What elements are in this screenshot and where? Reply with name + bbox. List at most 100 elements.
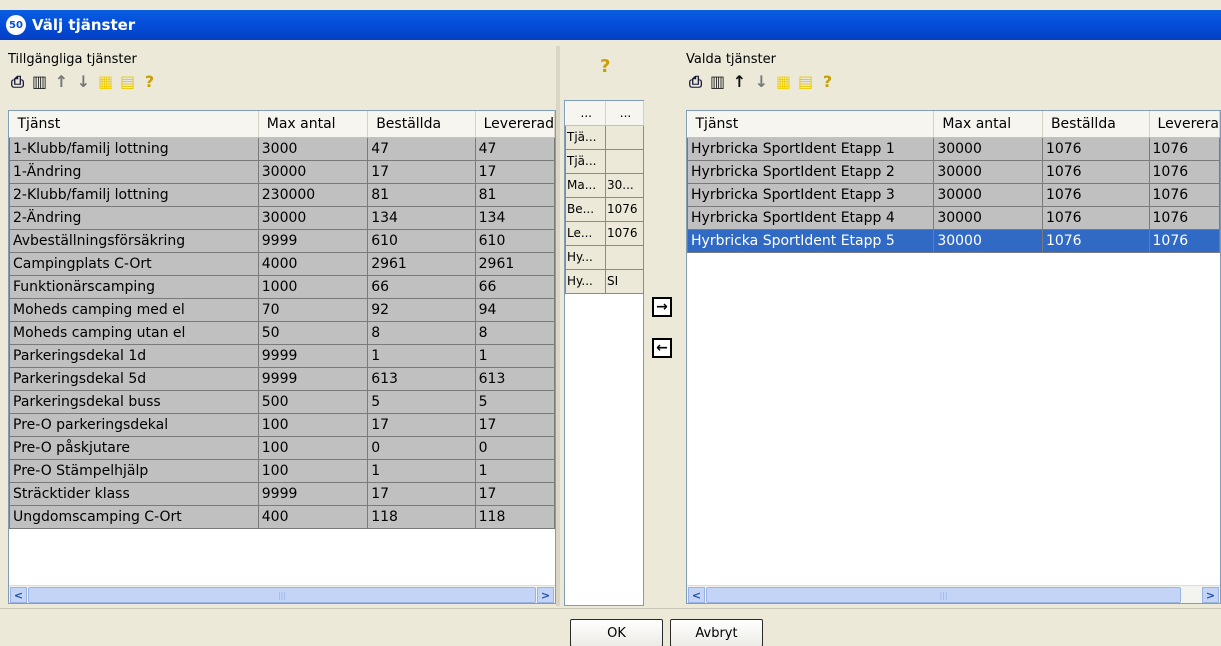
column-header[interactable]: Beställda bbox=[367, 111, 476, 138]
table-row[interactable]: Moheds camping utan el 50 8 8 bbox=[9, 320, 555, 345]
table-row[interactable]: Avbeställningsförsäkring 9999 610 610 bbox=[9, 228, 555, 253]
table-cell: Tjä... bbox=[565, 124, 606, 150]
horizontal-scrollbar[interactable]: < ||| > bbox=[9, 585, 555, 603]
column-header[interactable]: ... bbox=[605, 101, 644, 126]
arrow-up-icon[interactable]: ↑ bbox=[730, 72, 749, 92]
table-cell: 1076 bbox=[1041, 159, 1150, 184]
table-cell: 30000 bbox=[257, 205, 369, 230]
table-cell: 30000 bbox=[933, 159, 1043, 184]
book-icon[interactable]: ▥ bbox=[30, 72, 49, 92]
column-header[interactable]: Tjänst bbox=[9, 111, 259, 138]
print-icon[interactable]: ⎙ bbox=[8, 72, 27, 92]
table-row[interactable]: Hyrbricka SportIdent Etapp 5 30000 1076 107… bbox=[687, 228, 1220, 253]
columns-icon[interactable]: ▤ bbox=[796, 72, 815, 92]
table-row[interactable]: Sträcktider klass 9999 17 17 bbox=[9, 481, 555, 506]
table-row[interactable]: 2-Klubb/familj lottning 230000 81 81 bbox=[9, 182, 555, 207]
table-cell: Ma... bbox=[565, 172, 606, 198]
print-icon[interactable]: ⎙ bbox=[686, 72, 705, 92]
table-row[interactable]: Pre-O parkeringsdekal 100 17 17 bbox=[9, 412, 555, 437]
table-cell: 30000 bbox=[257, 159, 369, 184]
table-cell: 17 bbox=[474, 159, 555, 184]
help-icon[interactable]: ? bbox=[600, 56, 610, 77]
table-cell: 1076 bbox=[1041, 182, 1150, 207]
table-row[interactable]: Hyrbricka SportIdent Etapp 4 30000 1076 107… bbox=[687, 205, 1220, 230]
grid-icon[interactable]: ▦ bbox=[774, 72, 793, 92]
table-cell: 1076 bbox=[1041, 136, 1150, 161]
table-cell: 1076 bbox=[1148, 228, 1220, 253]
column-header[interactable]: Beställda bbox=[1042, 111, 1150, 138]
table-cell bbox=[605, 148, 644, 174]
table-row[interactable]: Be... 1076 bbox=[565, 196, 644, 222]
ok-button[interactable]: OK bbox=[570, 619, 663, 646]
column-header[interactable]: Levererad bbox=[475, 111, 555, 138]
table-row[interactable]: Pre-O påskjutare 100 0 0 bbox=[9, 435, 555, 460]
table-cell: 1 bbox=[367, 458, 476, 483]
scroll-left-icon[interactable]: < bbox=[10, 587, 27, 603]
arrow-right-icon: → bbox=[656, 299, 668, 315]
table-row[interactable]: Pre-O Stämpelhjälp 100 1 1 bbox=[9, 458, 555, 483]
table-row[interactable]: Hyrbricka SportIdent Etapp 1 30000 1076 107… bbox=[687, 136, 1220, 161]
table-cell: 17 bbox=[367, 481, 476, 506]
grid-icon[interactable]: ▦ bbox=[96, 72, 115, 92]
table-row[interactable]: Parkeringsdekal buss 500 5 5 bbox=[9, 389, 555, 414]
table-row[interactable]: Parkeringsdekal 1d 9999 1 1 bbox=[9, 343, 555, 368]
table-row[interactable]: 1-Ändring 30000 17 17 bbox=[9, 159, 555, 184]
help-icon[interactable]: ? bbox=[140, 72, 159, 92]
table-cell: Parkeringsdekal 1d bbox=[9, 343, 259, 368]
table-cell: 100 bbox=[257, 435, 369, 460]
table-row[interactable]: 1-Klubb/familj lottning 3000 47 47 bbox=[9, 136, 555, 161]
table-cell: Hyrbricka SportIdent Etapp 1 bbox=[687, 136, 935, 161]
scroll-thumb[interactable]: ||| bbox=[706, 587, 1181, 603]
table-cell: 47 bbox=[474, 136, 555, 161]
column-header[interactable]: Max antal bbox=[258, 111, 369, 138]
horizontal-scrollbar[interactable]: < ||| > bbox=[687, 585, 1220, 603]
table-row[interactable]: Hyrbricka SportIdent Etapp 2 30000 1076 107… bbox=[687, 159, 1220, 184]
table-cell: 1076 bbox=[1148, 136, 1220, 161]
table-row[interactable]: Ma... 30... bbox=[565, 172, 644, 198]
table-cell: Parkeringsdekal buss bbox=[9, 389, 259, 414]
table-cell: Hyrbricka SportIdent Etapp 2 bbox=[687, 159, 935, 184]
table-row[interactable]: Hy... SI bbox=[565, 268, 644, 294]
book-icon[interactable]: ▥ bbox=[708, 72, 727, 92]
column-header[interactable]: ... bbox=[565, 101, 606, 126]
columns-icon[interactable]: ▤ bbox=[118, 72, 137, 92]
panel-label: Valda tjänster bbox=[686, 52, 776, 67]
scroll-right-icon[interactable]: > bbox=[1202, 587, 1219, 603]
table-row[interactable]: Tjä... bbox=[565, 148, 644, 174]
move-left-button[interactable]: ← bbox=[652, 338, 672, 358]
arrow-down-icon[interactable]: ↓ bbox=[752, 72, 771, 92]
scroll-thumb[interactable]: ||| bbox=[28, 587, 536, 603]
table-cell: Funktionärscamping bbox=[9, 274, 259, 299]
table-row[interactable]: Campingplats C-Ort 4000 2961 2961 bbox=[9, 251, 555, 276]
help-icon[interactable]: ? bbox=[818, 72, 837, 92]
available-services-panel: Tillgängliga tjänster ⎙ ▥ ↑ ↓ ▦ ▤ ? Tjän… bbox=[6, 46, 556, 606]
table-row[interactable]: Tjä... bbox=[565, 124, 644, 150]
table-cell: Hyrbricka SportIdent Etapp 3 bbox=[687, 182, 935, 207]
table-row[interactable]: 2-Ändring 30000 134 134 bbox=[9, 205, 555, 230]
table-cell: 3000 bbox=[257, 136, 369, 161]
table-row[interactable]: Le... 1076 bbox=[565, 220, 644, 246]
table-cell: 8 bbox=[367, 320, 476, 345]
table-cell: 1000 bbox=[257, 274, 369, 299]
table-cell: 9999 bbox=[257, 228, 369, 253]
scroll-left-icon[interactable]: < bbox=[688, 587, 705, 603]
table-row[interactable]: Hyrbricka SportIdent Etapp 3 30000 1076 107… bbox=[687, 182, 1220, 207]
move-right-button[interactable]: → bbox=[652, 297, 672, 317]
table-cell: 100 bbox=[257, 458, 369, 483]
table-row[interactable]: Moheds camping med el 70 92 94 bbox=[9, 297, 555, 322]
available-services-table: Tjänst Max antal Beställda Levererad 1-Klub… bbox=[8, 110, 556, 604]
table-cell: 30000 bbox=[933, 136, 1043, 161]
table-cell: Parkeringsdekal 5d bbox=[9, 366, 259, 391]
column-header[interactable]: Max antal bbox=[933, 111, 1043, 138]
table-row[interactable]: Parkeringsdekal 5d 9999 613 613 bbox=[9, 366, 555, 391]
column-header[interactable]: Leverera bbox=[1149, 111, 1220, 138]
column-header[interactable]: Tjänst bbox=[687, 111, 935, 138]
arrow-up-icon[interactable]: ↑ bbox=[52, 72, 71, 92]
table-row[interactable]: Funktionärscamping 1000 66 66 bbox=[9, 274, 555, 299]
arrow-down-icon[interactable]: ↓ bbox=[74, 72, 93, 92]
table-row[interactable]: Ungdomscamping C-Ort 400 118 118 bbox=[9, 504, 555, 529]
cancel-button[interactable]: Avbryt bbox=[670, 619, 763, 646]
table-row[interactable]: Hy... bbox=[565, 244, 644, 270]
scroll-right-icon[interactable]: > bbox=[537, 587, 554, 603]
table-cell: 2-Klubb/familj lottning bbox=[9, 182, 259, 207]
